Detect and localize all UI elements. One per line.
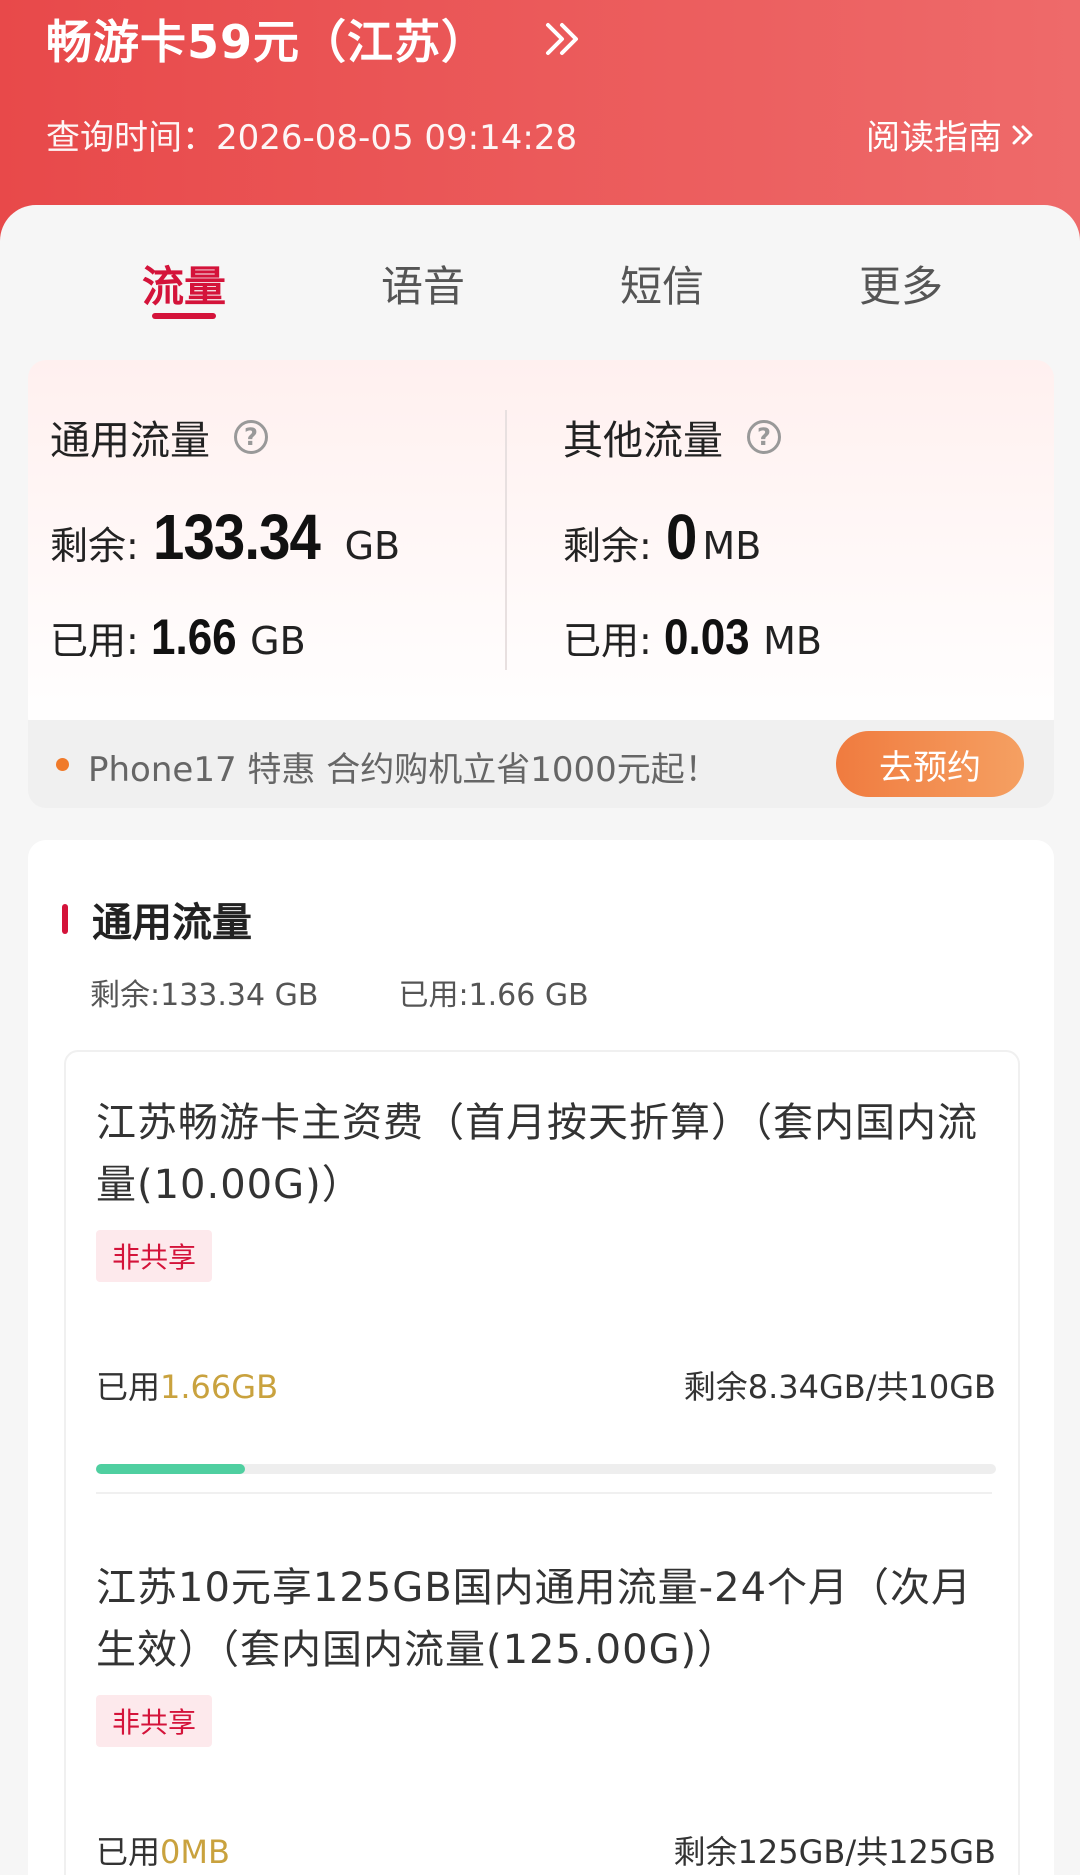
data-summary-card: 通用流量 ? 剩余: 133.34 GB 已用: 1.66 GB 其他流量 ? …: [28, 360, 1054, 735]
package-used: 已用1.66GB: [96, 1362, 278, 1408]
section-remain: 剩余:133.34 GB: [90, 978, 319, 1013]
remain-label: 剩余:: [563, 524, 652, 568]
package-name: 江苏10元享125GB国内通用流量-24个月（次月生效）（套内国内流量(125.…: [96, 1565, 973, 1673]
promo-dot-icon: [56, 758, 69, 771]
plan-selector[interactable]: 畅游卡59元（江苏）: [46, 6, 584, 72]
tab-voice[interactable]: 语音: [343, 253, 503, 314]
general-used-value: 1.66: [150, 609, 237, 665]
package-remain: 剩余8.34GB/共10GB: [683, 1368, 996, 1406]
section-used: 已用:1.66 GB: [398, 978, 589, 1013]
double-chevron-right-icon: [1012, 125, 1033, 144]
other-data-title-row: 其他流量 ?: [563, 408, 781, 466]
reading-guide-link[interactable]: 阅读指南: [866, 110, 1036, 159]
plan-title[interactable]: 畅游卡59元（江苏）: [46, 6, 488, 72]
package-used: 已用0MB: [96, 1827, 230, 1873]
non-shared-tag: 非共享: [96, 1230, 213, 1282]
used-label: 已用: [96, 1833, 161, 1871]
non-shared-tag: 非共享: [96, 1695, 213, 1747]
remain-label: 剩余:: [50, 524, 139, 568]
tab-more[interactable]: 更多: [821, 253, 981, 314]
promo-banner[interactable]: Phone17 特惠 合约购机立省1000元起！ 去预约: [28, 720, 1054, 808]
reserve-button[interactable]: 去预约: [836, 731, 1024, 797]
package-list: 江苏畅游卡主资费（首月按天折算）（套内国内流量(10.00G)） 非共享 已用1…: [64, 1050, 1020, 1875]
other-used-row: 已用: 0.03 MB: [563, 608, 822, 666]
general-used-row: 已用: 1.66 GB: [50, 608, 306, 666]
reading-guide-label[interactable]: 阅读指南: [866, 110, 1002, 159]
section-accent-bar: [62, 904, 68, 934]
used-value: 1.66GB: [160, 1368, 279, 1406]
double-chevron-right-icon[interactable]: [540, 17, 584, 61]
package-item[interactable]: 江苏畅游卡主资费（首月按天折算）（套内国内流量(10.00G)） 非共享 已用1…: [96, 1092, 996, 1492]
general-data-title: 通用流量: [50, 418, 210, 464]
question-circle-icon[interactable]: ?: [234, 420, 268, 454]
other-used-unit: MB: [763, 619, 822, 663]
tab-sms[interactable]: 短信: [582, 253, 742, 314]
package-name: 江苏畅游卡主资费（首月按天折算）（套内国内流量(10.00G)）: [96, 1100, 978, 1208]
tab-bar: 流量 语音 短信 更多: [0, 205, 1080, 335]
general-data-title-row: 通用流量 ?: [50, 408, 268, 466]
other-remain-row: 剩余: 0 MB: [563, 500, 761, 574]
section-stats: 剩余:133.34 GB 已用:1.66 GB: [90, 970, 589, 1014]
other-used-value: 0.03: [663, 609, 750, 665]
general-used-unit: GB: [250, 619, 306, 663]
summary-divider: [505, 410, 507, 670]
general-data-summary[interactable]: 通用流量 ? 剩余: 133.34 GB 已用: 1.66 GB: [50, 360, 520, 710]
used-value: 0MB: [160, 1833, 230, 1871]
main-panel: 流量 语音 短信 更多 通用流量 ? 剩余: 133.34 GB 已用: 1.6…: [0, 205, 1080, 1875]
package-remain: 剩余125GB/共125GB: [673, 1833, 996, 1871]
usage-progress-bar: [96, 1464, 996, 1474]
usage-progress-fill: [96, 1464, 246, 1474]
package-usage-row: 已用1.66GB 剩余8.34GB/共10GB: [96, 1362, 996, 1408]
general-remain-row: 剩余: 133.34 GB: [50, 500, 400, 574]
general-remain-unit: GB: [344, 524, 401, 568]
general-remain-value: 133.34: [152, 501, 321, 573]
used-label: 已用:: [50, 619, 139, 663]
other-remain-unit: MB: [702, 524, 762, 568]
question-circle-icon[interactable]: ?: [747, 420, 781, 454]
package-item[interactable]: 江苏10元享125GB国内通用流量-24个月（次月生效）（套内国内流量(125.…: [96, 1557, 996, 1875]
other-remain-value: 0: [665, 501, 697, 573]
package-usage-row: 已用0MB 剩余125GB/共125GB: [96, 1827, 996, 1873]
query-time: 查询时间：2026-08-05 09:14:28: [46, 118, 578, 158]
tab-data[interactable]: 流量: [104, 253, 264, 314]
used-label: 已用: [96, 1368, 161, 1406]
promo-text[interactable]: Phone17 特惠 合约购机立省1000元起！: [88, 742, 719, 791]
other-data-title: 其他流量: [563, 418, 723, 464]
active-tab-indicator: [152, 313, 216, 319]
section-title: 通用流量: [92, 900, 252, 946]
general-data-detail-card: 通用流量 剩余:133.34 GB 已用:1.66 GB 江苏畅游卡主资费（首月…: [28, 840, 1054, 1875]
used-label: 已用:: [563, 619, 652, 663]
other-data-summary[interactable]: 其他流量 ? 剩余: 0 MB 已用: 0.03 MB: [563, 360, 1033, 710]
package-divider: [96, 1492, 992, 1494]
